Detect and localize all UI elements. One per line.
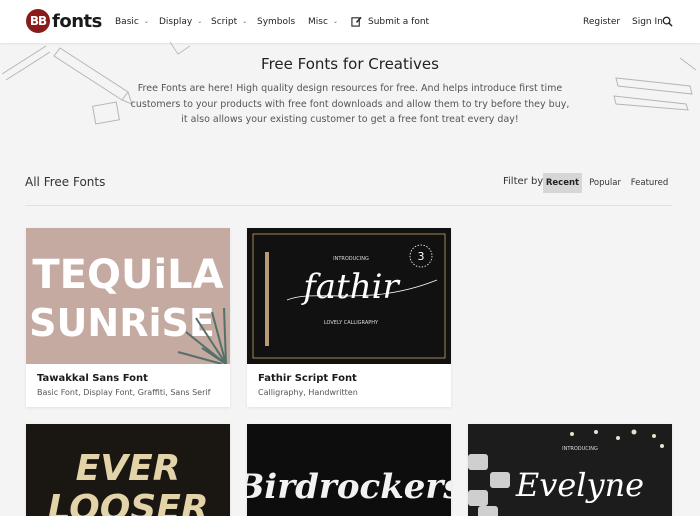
font-tags[interactable]: Calligraphy, Handwritten — [258, 388, 358, 397]
page-title: Free Fonts for Creatives — [261, 55, 439, 73]
font-card[interactable]: EVER LOOSER — [26, 424, 230, 516]
preview-intro: INTRODUCING — [333, 256, 369, 262]
font-tags[interactable]: Basic Font, Display Font, Graffiti, Sans… — [37, 388, 210, 397]
page-description: Free Fonts are here! High quality design… — [130, 83, 570, 125]
nav-script[interactable]: Script ⌄ — [211, 0, 247, 43]
nav-display[interactable]: Display ⌄ — [159, 0, 202, 43]
preview-main: fathir — [300, 267, 400, 307]
submit-font-label: Submit a font — [368, 16, 430, 27]
font-preview-image[interactable]: INTRODUCING fathir LOVELY CALLIGRAPHY 3 — [247, 228, 451, 364]
divider — [25, 205, 672, 206]
font-card[interactable]: TEQUiLA SUNRiSE Tawakkal Sans Font Basic… — [26, 228, 230, 407]
preview-intro: INTRODUCING — [562, 446, 598, 452]
filter-label: Filter by: — [503, 176, 546, 187]
pen-icon — [351, 16, 362, 27]
site-logo[interactable]: BB fonts — [26, 9, 102, 33]
font-preview-image[interactable]: INTRODUCING Evelyne — [468, 424, 672, 516]
top-navbar: BB fonts Basic ⌄ Display ⌄ Script ⌄ Symb… — [0, 0, 700, 43]
filter-recent-button[interactable]: Recent — [543, 173, 582, 193]
signin-link[interactable]: Sign In — [632, 0, 663, 43]
preview-badge: 3 — [418, 250, 425, 263]
register-link[interactable]: Register — [583, 0, 620, 43]
font-name[interactable]: Tawakkal Sans Font — [37, 373, 148, 384]
preview-line-2: LOOSER — [47, 488, 208, 516]
search-icon[interactable] — [662, 0, 673, 43]
font-card[interactable]: Birdrockers — [247, 424, 451, 516]
submit-font-link[interactable]: Submit a font — [351, 0, 429, 43]
font-card[interactable]: INTRODUCING Evelyne — [468, 424, 672, 516]
nav-symbols-label: Symbols — [257, 16, 296, 27]
nav-misc[interactable]: Misc ⌄ — [308, 0, 338, 43]
register-label: Register — [583, 16, 621, 27]
logo-text: fonts — [52, 10, 102, 32]
nav-symbols[interactable]: Symbols — [257, 0, 295, 43]
chevron-down-icon: ⌄ — [143, 18, 149, 25]
font-preview-image[interactable]: TEQUiLA SUNRiSE — [26, 228, 230, 364]
nav-basic-label: Basic — [115, 16, 139, 27]
chevron-down-icon: ⌄ — [332, 18, 338, 25]
font-preview-image[interactable]: EVER LOOSER — [26, 424, 230, 516]
chevron-down-icon: ⌄ — [242, 18, 248, 25]
nav-misc-label: Misc — [308, 16, 328, 27]
preview-main: Birdrockers — [247, 467, 451, 507]
section-title: All Free Fonts — [25, 175, 106, 189]
filter-featured-button[interactable]: Featured — [628, 173, 671, 193]
preview-line-1: EVER — [76, 448, 181, 489]
font-name[interactable]: Fathir Script Font — [258, 373, 357, 384]
font-preview-image[interactable]: Birdrockers — [247, 424, 451, 516]
preview-main: Evelyne — [515, 466, 644, 504]
preview-line-1: TEQUiLA — [32, 252, 223, 298]
filter-popular-button[interactable]: Popular — [586, 173, 624, 193]
font-card[interactable]: INTRODUCING fathir LOVELY CALLIGRAPHY 3 … — [247, 228, 451, 407]
nav-basic[interactable]: Basic ⌄ — [115, 0, 149, 43]
pencil-doodle-left — [1, 45, 133, 125]
paper-doodle — [169, 41, 191, 55]
chevron-down-icon: ⌄ — [197, 18, 203, 25]
preview-line-2: SUNRiSE — [29, 301, 215, 345]
signin-label: Sign In — [632, 16, 663, 27]
nav-display-label: Display — [159, 16, 193, 27]
logo-badge: BB — [26, 9, 50, 33]
nav-script-label: Script — [211, 16, 238, 27]
preview-sub: LOVELY CALLIGRAPHY — [324, 320, 379, 326]
